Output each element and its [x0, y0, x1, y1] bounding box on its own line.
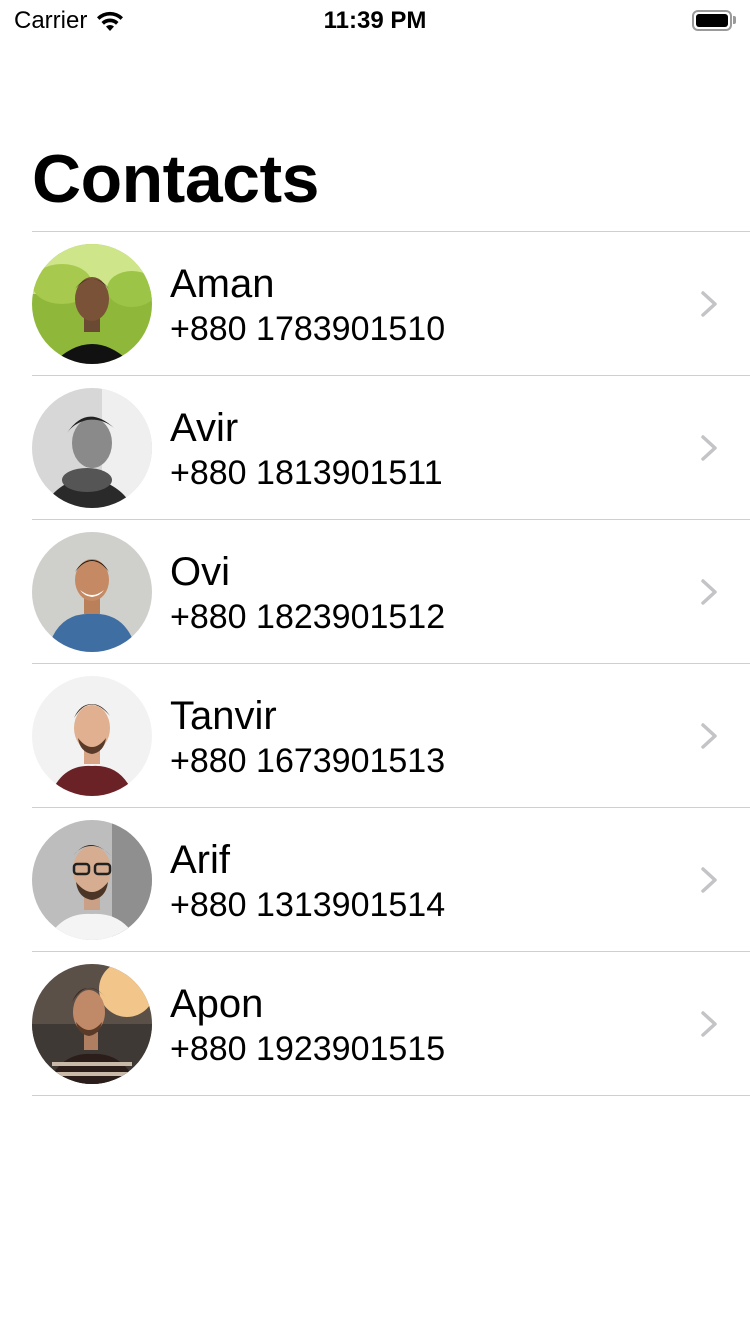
avatar: [32, 676, 152, 796]
contact-row[interactable]: Aman +880 1783901510: [32, 232, 750, 376]
contact-name: Aman: [170, 262, 275, 306]
contact-name: Arif: [170, 838, 230, 882]
contact-name: Apon: [170, 982, 264, 1026]
chevron-right-icon: [701, 1011, 717, 1037]
avatar: [32, 244, 152, 364]
contact-row[interactable]: Tanvir +880 1673901513: [32, 664, 750, 808]
contact-phone: +880 1823901512: [170, 598, 446, 636]
contact-phone: +880 1813901511: [170, 454, 443, 492]
chevron-right-icon: [701, 435, 717, 461]
contact-phone: +880 1673901513: [170, 742, 446, 780]
status-time: 11:39 PM: [323, 7, 427, 34]
avatar: [32, 820, 152, 940]
contact-name: Avir: [170, 406, 239, 450]
contact-row[interactable]: Apon +880 1923901515: [32, 952, 750, 1096]
status-bar: Carrier 11:39 PM: [0, 0, 750, 40]
chevron-right-icon: [701, 867, 717, 893]
contact-phone: +880 1923901515: [170, 1030, 446, 1068]
contact-name: Tanvir: [170, 694, 277, 738]
chevron-right-icon: [701, 579, 717, 605]
contact-phone: +880 1313901514: [170, 886, 446, 924]
contact-row[interactable]: Avir +880 1813901511: [32, 376, 750, 520]
contact-phone: +880 1783901510: [170, 310, 446, 348]
contact-row[interactable]: Ovi +880 1823901512: [32, 520, 750, 664]
chevron-right-icon: [701, 723, 717, 749]
contact-row[interactable]: Arif +880 1313901514: [32, 808, 750, 952]
avatar: [32, 388, 152, 508]
avatar: [32, 532, 152, 652]
avatar: [32, 964, 152, 1084]
page-title: Contacts: [32, 141, 319, 217]
battery-icon: [692, 9, 736, 31]
contact-list[interactable]: Aman +880 1783901510 Avir +880 181390151…: [32, 232, 750, 1096]
contact-name: Ovi: [170, 550, 230, 594]
chevron-right-icon: [701, 291, 717, 317]
